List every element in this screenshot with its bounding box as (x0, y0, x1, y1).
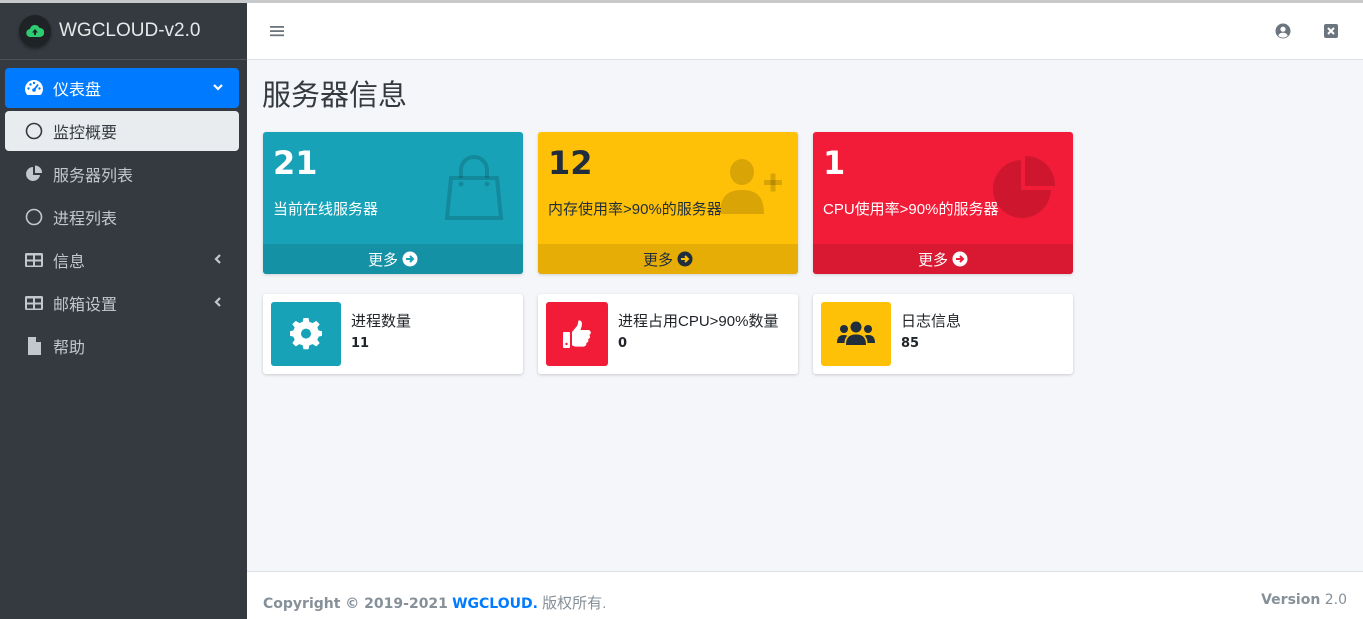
brand-title: WGCLOUD-v2.0 (59, 20, 201, 41)
stat-value: 12 (548, 144, 593, 182)
stat-box-online-servers: 21 当前在线服务器 更多 (263, 132, 523, 274)
stat-value: 21 (273, 144, 318, 182)
more-label: 更多 (367, 251, 398, 269)
arrow-circle-right-icon (402, 251, 418, 267)
version-value: 2.0 (1324, 592, 1347, 608)
stat-label: 当前在线服务器 (273, 201, 379, 218)
gear-icon (271, 302, 341, 366)
arrow-circle-right-icon (952, 251, 968, 267)
chevron-left-icon (211, 252, 225, 266)
table-icon (24, 250, 44, 270)
info-value: 85 (901, 336, 920, 351)
wgcloud-link[interactable]: WGCLOUD. (452, 596, 538, 612)
table-icon (24, 293, 44, 313)
stat-box-cpu-usage: 1 CPU使用率>90%的服务器 更多 (813, 132, 1073, 274)
sidebar-item-help[interactable]: 帮助 (5, 326, 239, 366)
circle-outline-icon (24, 121, 44, 141)
page-title: 服务器信息 (262, 80, 408, 112)
brand-link[interactable]: WGCLOUD-v2.0 (0, 3, 247, 60)
sidebar-item-label: 服务器列表 (53, 168, 134, 185)
sidebar-item-label: 帮助 (53, 340, 86, 357)
page-footer: Copyright © 2019-2021 WGCLOUD. 版权所有. Ver… (247, 571, 1363, 619)
stat-box-memory-usage: 12 内存使用率>90%的服务器 更多 (538, 132, 798, 274)
user-plus-icon (714, 152, 784, 222)
info-box-high-cpu-processes: 进程占用CPU>90%数量 0 (538, 294, 798, 374)
more-label: 更多 (642, 251, 673, 269)
tachometer-icon (24, 78, 44, 98)
sidebar-nav: 仪表盘 监控概要 服务器列表 进程列表 信息 邮箱设置 帮助 (0, 60, 247, 366)
sidebar-item-label: 进程列表 (53, 211, 118, 228)
stat-value: 1 (823, 144, 846, 182)
file-icon (24, 336, 44, 356)
stat-label: CPU使用率>90%的服务器 (823, 201, 999, 218)
info-title: 进程数量 (351, 313, 412, 330)
rights-text: 版权所有. (542, 595, 607, 612)
shopping-bag-icon (439, 152, 509, 222)
cloud-upload-logo-icon (19, 15, 51, 47)
sidebar-item-label: 邮箱设置 (53, 297, 118, 314)
pie-chart-icon (989, 152, 1059, 222)
version-info: Version 2.0 (1261, 592, 1347, 608)
stat-label: 内存使用率>90%的服务器 (548, 201, 722, 218)
users-icon (821, 302, 891, 366)
hamburger-menu-icon[interactable] (269, 23, 285, 39)
info-box-log-info: 日志信息 85 (813, 294, 1073, 374)
top-navbar (247, 3, 1363, 60)
more-info-link[interactable]: 更多 (263, 244, 523, 274)
sidebar-item-server-list[interactable]: 服务器列表 (5, 154, 239, 194)
sidebar-item-monitor-overview[interactable]: 监控概要 (5, 111, 239, 151)
sidebar-item-label: 仪表盘 (53, 82, 102, 99)
chevron-left-icon (211, 295, 225, 309)
info-title: 日志信息 (901, 313, 962, 330)
info-value: 0 (618, 336, 628, 351)
info-title: 进程占用CPU>90%数量 (618, 313, 779, 330)
user-circle-icon[interactable] (1274, 22, 1292, 40)
arrow-circle-right-icon (677, 251, 693, 267)
close-window-icon[interactable] (1322, 22, 1340, 40)
info-value: 11 (351, 336, 370, 351)
more-info-link[interactable]: 更多 (813, 244, 1073, 274)
sidebar-item-label: 监控概要 (53, 125, 118, 142)
info-box-process-count: 进程数量 11 (263, 294, 523, 374)
copyright: Copyright © 2019-2021 WGCLOUD. 版权所有. (263, 592, 606, 613)
sidebar: WGCLOUD-v2.0 仪表盘 监控概要 服务器列表 进程列表 信息 邮箱设置… (0, 3, 247, 619)
thumbs-up-icon (546, 302, 608, 366)
pie-chart-icon (24, 164, 44, 184)
chevron-down-icon (211, 80, 225, 94)
sidebar-item-label: 信息 (53, 254, 86, 271)
sidebar-item-info[interactable]: 信息 (5, 240, 239, 280)
more-label: 更多 (917, 251, 948, 269)
sidebar-item-dashboard[interactable]: 仪表盘 (5, 68, 239, 108)
circle-outline-icon (24, 207, 44, 227)
version-label: Version (1261, 592, 1321, 608)
copyright-text: Copyright © 2019-2021 (263, 596, 448, 612)
sidebar-item-process-list[interactable]: 进程列表 (5, 197, 239, 237)
sidebar-item-mail-settings[interactable]: 邮箱设置 (5, 283, 239, 323)
more-info-link[interactable]: 更多 (538, 244, 798, 274)
